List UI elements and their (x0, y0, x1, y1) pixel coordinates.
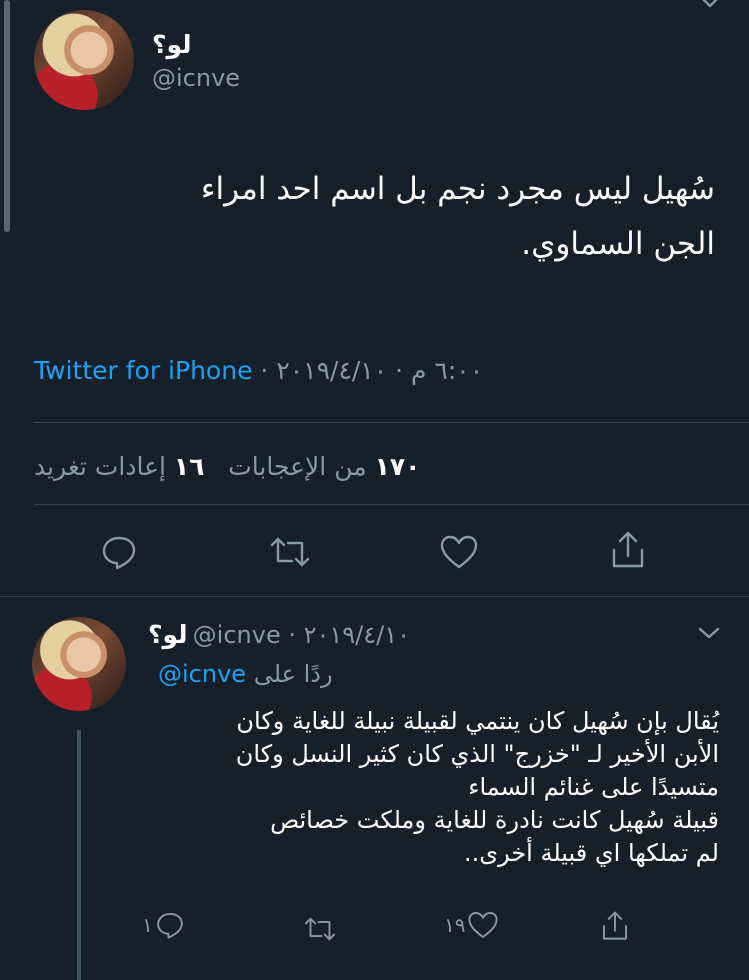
engagement-stats: ١٧٠ من الإعجابات ١٦ إعادات تغريد (34, 452, 454, 481)
retweets-stat[interactable]: ١٦ إعادات تغريد (34, 452, 204, 481)
timestamp: ٦:٠٠ م · ٢٠١٩/٤/١٠ · (260, 356, 484, 385)
heart-icon[interactable] (467, 910, 499, 940)
reply-action-like[interactable]: ١٩ (444, 910, 499, 940)
reply-text-line: متسيدًا على غنائم السماء (468, 773, 719, 801)
thread-line (77, 730, 81, 980)
tweet-text: سُهيل ليس مجرد نجم بل اسم احد امراء الجن… (25, 162, 715, 272)
replying-to: @icnve ردًا على (158, 660, 333, 688)
tweet-text-line: الجن السماوي. (521, 226, 715, 262)
tweet-text-line: سُهيل ليس مجرد نجم بل اسم احد امراء (200, 171, 715, 207)
reply-text: يُقال بإن سُهيل كان ينتمي لقبيلة نبيلة ل… (139, 705, 719, 870)
replying-to-label: ردًا على (253, 660, 333, 688)
chevron-down-icon[interactable] (692, 620, 726, 646)
tweet-meta: Twitter for iPhone ٦:٠٠ م · ٢٠١٩/٤/١٠ · (34, 356, 483, 385)
display-name[interactable]: لو؟ (152, 30, 192, 59)
retweets-label: إعادات تغريد (34, 452, 166, 481)
likes-count: ١٧٠ (374, 452, 421, 481)
divider (0, 596, 749, 597)
divider (34, 422, 749, 423)
chevron-down-icon[interactable] (690, 0, 730, 16)
handle-date[interactable]: @icnve · ٢٠١٩/٤/١٠ (193, 621, 410, 649)
divider (34, 504, 749, 505)
reply-header: لو؟ @icnve · ٢٠١٩/٤/١٠ (148, 620, 410, 649)
avatar[interactable] (34, 10, 134, 110)
like-count: ١٩ (444, 913, 466, 937)
reply-text-line: الأبن الأخير لـ "خزرج" الذي كان كثير الن… (235, 740, 719, 768)
retweets-count: ١٦ (173, 452, 205, 481)
avatar[interactable] (32, 617, 126, 711)
likes-stat[interactable]: ١٧٠ من الإعجابات (228, 452, 420, 481)
retweet-icon[interactable] (266, 530, 314, 574)
heart-icon[interactable] (437, 530, 481, 574)
reply-text-line: يُقال بإن سُهيل كان ينتمي لقبيلة نبيلة ل… (236, 707, 719, 735)
retweet-icon[interactable] (300, 912, 340, 946)
likes-label: من الإعجابات (228, 452, 367, 481)
display-name[interactable]: لو؟ (148, 620, 188, 649)
share-icon[interactable] (597, 906, 633, 946)
reply-icon[interactable] (155, 910, 185, 940)
user-handle[interactable]: @icnve (152, 64, 240, 92)
reply-count: ١ (142, 913, 153, 937)
reply-text-line: قبيلة سُهيل كانت نادرة للغاية وملكت خصائ… (270, 806, 719, 834)
reply-text-line: لم تملكها اي قبيلة أخرى.. (464, 839, 719, 867)
source-app-link[interactable]: Twitter for iPhone (34, 356, 252, 385)
scrollbar[interactable] (4, 0, 10, 232)
share-icon[interactable] (606, 528, 650, 572)
replying-to-handle[interactable]: @icnve (158, 660, 246, 688)
reply-action-reply[interactable]: ١ (142, 910, 185, 940)
reply-icon[interactable] (97, 530, 141, 574)
